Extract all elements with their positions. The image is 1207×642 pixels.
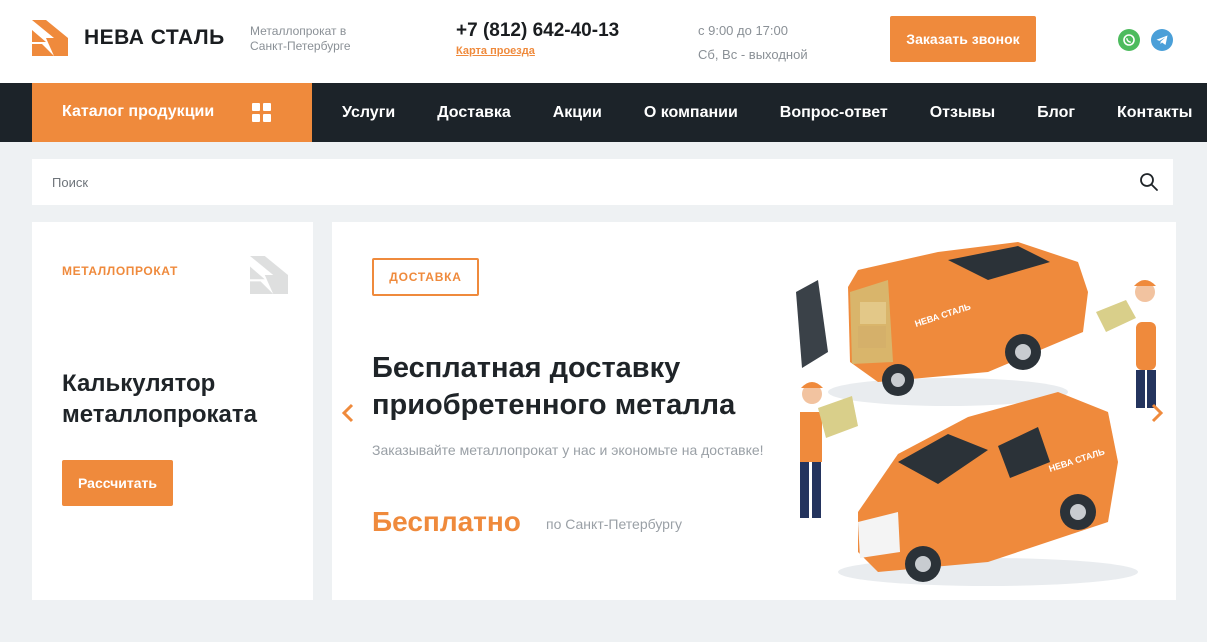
nav-item-about[interactable]: О компании [644, 104, 738, 122]
nav-item-faq[interactable]: Вопрос-ответ [780, 104, 888, 122]
grid-icon [252, 103, 271, 122]
brand-name: НЕВА СТАЛЬ [84, 26, 225, 49]
tagline: Металлопрокат в Санкт-Петербурге [250, 24, 351, 53]
calculate-button[interactable]: Рассчитать [62, 460, 173, 506]
hours-weekend: Сб, Вс - выходной [698, 47, 808, 62]
chevron-left-icon[interactable] [340, 402, 356, 424]
calculator-card: МЕТАЛЛОПРОКАТ Калькулятор металлопроката… [32, 222, 313, 600]
price: Бесплатно [372, 506, 521, 537]
chevron-right-icon[interactable] [1149, 402, 1165, 424]
worker-left [800, 382, 858, 518]
catalog-button[interactable]: Каталог продукции [32, 83, 312, 142]
search-input[interactable] [32, 159, 1122, 205]
nav-item-services[interactable]: Услуги [342, 104, 395, 122]
search-icon[interactable] [1139, 172, 1159, 192]
hours-weekday: с 9:00 до 17:00 [698, 23, 788, 38]
search-bar [32, 159, 1173, 205]
nav-item-blog[interactable]: Блог [1037, 104, 1075, 122]
worker-right [1096, 280, 1156, 408]
catalog-label: Каталог продукции [62, 103, 215, 120]
van-bottom: НЕВА СТАЛЬ [838, 392, 1138, 586]
map-link[interactable]: Карта проезда [456, 45, 535, 57]
brand-watermark-icon [250, 256, 288, 294]
telegram-icon[interactable] [1151, 29, 1173, 51]
banner-subtitle: Заказывайте металлопрокат у нас и эконом… [372, 442, 764, 458]
callback-button[interactable]: Заказать звонок [890, 16, 1036, 62]
delivery-badge[interactable]: ДОСТАВКА [372, 258, 479, 296]
logo[interactable]: НЕВА СТАЛЬ [32, 20, 225, 56]
working-hours: с 9:00 до 17:00 Сб, Вс - выходной [698, 19, 808, 67]
phone-number[interactable]: +7 (812) 642-40-13 [456, 20, 619, 42]
site-header: НЕВА СТАЛЬ Металлопрокат в Санкт-Петербу… [0, 0, 1207, 83]
whatsapp-icon[interactable] [1118, 29, 1140, 51]
calculator-title: Калькулятор металлопроката [62, 370, 257, 428]
delivery-vans-illustration: НЕВА СТАЛЬ НЕВА СТАЛЬ [796, 242, 1156, 586]
delivery-banner: ДОСТАВКА Бесплатная доставку приобретенн… [332, 222, 1176, 600]
price-note: по Санкт-Петербургу [546, 516, 683, 532]
nav-menu: Услуги Доставка Акции О компании Вопрос-… [342, 83, 1192, 142]
nav-item-delivery[interactable]: Доставка [437, 104, 511, 122]
calculator-label: МЕТАЛЛОПРОКАТ [62, 264, 178, 278]
banner-title: Бесплатная доставку приобретенного метал… [372, 352, 736, 421]
nav-item-reviews[interactable]: Отзывы [930, 104, 995, 122]
brand-logo-icon [32, 20, 68, 56]
nav-item-contacts[interactable]: Контакты [1117, 104, 1192, 122]
nav-item-promotions[interactable]: Акции [553, 104, 602, 122]
van-top: НЕВА СТАЛЬ [796, 242, 1088, 406]
main-nav: Каталог продукции Услуги Доставка Акции … [0, 83, 1207, 142]
